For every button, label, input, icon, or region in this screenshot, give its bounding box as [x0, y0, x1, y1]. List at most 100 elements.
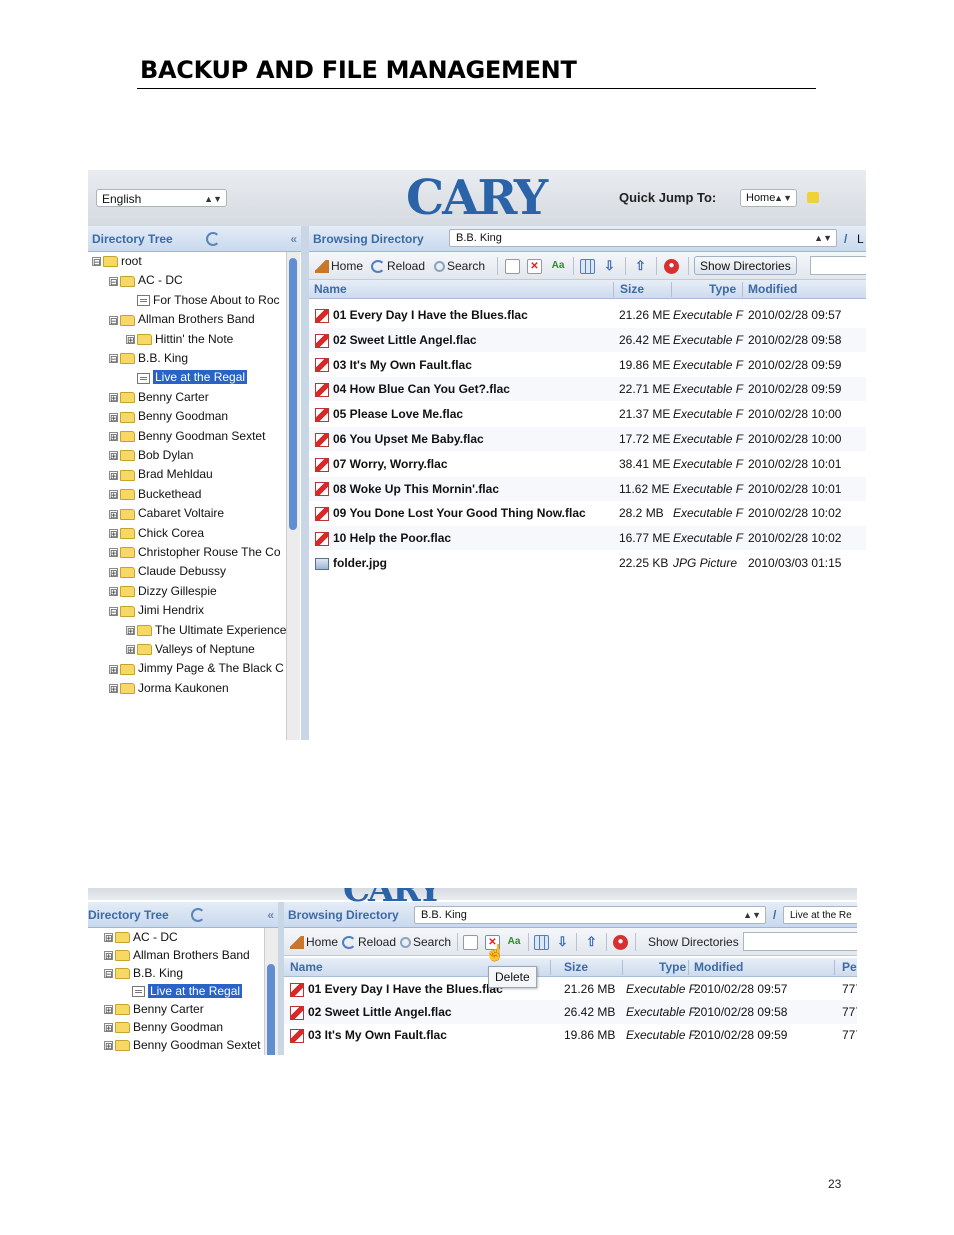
tree-scrollbar[interactable]: [286, 252, 300, 740]
language-select[interactable]: English ▲▼: [96, 189, 227, 207]
stop-icon[interactable]: ●: [613, 935, 628, 950]
tree-node[interactable]: ⊞ AC - DC: [104, 928, 178, 946]
expand-toggle-icon[interactable]: ⊞: [104, 1041, 113, 1051]
tree-node[interactable]: ⊞ Dizzy Gillespie: [109, 582, 217, 600]
collapse-icon[interactable]: «: [267, 902, 274, 928]
browsing-directory-select[interactable]: B.B. King ▲▼: [449, 229, 837, 247]
upload-icon[interactable]: ⇧: [584, 935, 599, 950]
grid-view-icon[interactable]: [534, 935, 549, 950]
collapse-toggle-icon[interactable]: ⊟: [92, 257, 101, 267]
file-row[interactable]: 02 Sweet Little Angel.flac 26.42 MB Execut…: [284, 1000, 857, 1024]
column-modified[interactable]: Modified: [694, 958, 743, 977]
reload-button[interactable]: Reload: [342, 928, 396, 956]
expand-toggle-icon[interactable]: ⊞: [109, 664, 118, 674]
file-row[interactable]: 02 Sweet Little Angel.flac 26.42 ME Execut…: [309, 327, 866, 352]
quick-jump-go-icon[interactable]: [807, 192, 819, 203]
file-row[interactable]: 08 Woke Up This Mornin'.flac 11.62 ME Exec…: [309, 476, 866, 501]
tree-node[interactable]: ⊞ Benny Goodman Sextet: [104, 1036, 260, 1054]
collapse-toggle-icon[interactable]: ⊟: [109, 276, 118, 286]
tree-node[interactable]: ⊞ Benny Carter: [109, 388, 209, 406]
grid-view-icon[interactable]: [580, 259, 595, 274]
tree-node[interactable]: For Those About to Roc: [126, 291, 280, 309]
home-button[interactable]: Home: [290, 928, 338, 956]
tree-node[interactable]: ⊞ Jimmy Page & The Black C: [109, 659, 284, 677]
tree-node[interactable]: ⊞ Benny Carter: [104, 1000, 204, 1018]
tree-node[interactable]: Live at the Regal: [126, 368, 248, 386]
expand-toggle-icon[interactable]: ⊞: [109, 567, 118, 577]
tree-node[interactable]: ⊟ Jimi Hendrix: [109, 601, 204, 619]
panel-splitter[interactable]: [301, 226, 309, 740]
expand-toggle-icon[interactable]: ⊞: [109, 587, 118, 597]
search-button[interactable]: Search: [400, 928, 451, 956]
file-row[interactable]: 06 You Upset Me Baby.flac 17.72 ME Executa…: [309, 427, 866, 451]
new-file-icon[interactable]: [463, 935, 478, 950]
tree-node[interactable]: ⊞ Chick Corea: [109, 524, 204, 542]
tree-node[interactable]: ⊞ Benny Goodman Sextet: [109, 427, 265, 445]
collapse-toggle-icon[interactable]: ⊟: [109, 606, 118, 616]
expand-toggle-icon[interactable]: ⊞: [109, 490, 118, 500]
expand-toggle-icon[interactable]: ⊞: [109, 451, 118, 461]
expand-toggle-icon[interactable]: ⊞: [104, 1023, 113, 1033]
download-icon[interactable]: ⇩: [555, 935, 570, 950]
tree-node[interactable]: ⊞ Benny Goodman: [104, 1018, 223, 1036]
expand-toggle-icon[interactable]: ⊞: [126, 645, 135, 655]
browsing-directory-select[interactable]: B.B. King ▲▼: [414, 906, 766, 924]
show-directories-button[interactable]: Show Directories: [648, 928, 739, 956]
expand-toggle-icon[interactable]: ⊞: [126, 334, 135, 344]
tree-node[interactable]: ⊟ root: [92, 252, 142, 270]
file-row[interactable]: 05 Please Love Me.flac 21.37 ME Executable…: [309, 402, 866, 426]
expand-toggle-icon[interactable]: ⊞: [104, 1005, 113, 1015]
tree-node[interactable]: ⊞ Buckethead: [109, 485, 201, 503]
tree-node[interactable]: ⊞ The Ultimate Experience: [126, 621, 286, 639]
tree-scrollbar-thumb[interactable]: [267, 964, 275, 1055]
rename-icon[interactable]: Aa: [549, 259, 567, 274]
home-button[interactable]: Home: [315, 252, 363, 280]
reload-button[interactable]: Reload: [371, 252, 425, 280]
quick-jump-select[interactable]: Home ▲▼: [740, 189, 797, 207]
collapse-icon[interactable]: «: [290, 226, 297, 252]
file-row[interactable]: 10 Help the Poor.flac 16.77 ME Executable …: [309, 526, 866, 551]
upload-icon[interactable]: ⇧: [633, 259, 648, 274]
tree-node[interactable]: ⊟ Allman Brothers Band: [109, 310, 255, 328]
stop-icon[interactable]: ●: [664, 259, 679, 274]
delete-icon[interactable]: ✕: [527, 259, 542, 274]
expand-toggle-icon[interactable]: ⊞: [126, 625, 135, 635]
expand-toggle-icon[interactable]: ⊞: [109, 412, 118, 422]
column-name[interactable]: Name: [290, 958, 323, 977]
collapse-toggle-icon[interactable]: ⊟: [104, 969, 113, 979]
column-type[interactable]: Type: [709, 280, 736, 299]
tree-scrollbar-thumb[interactable]: [289, 258, 297, 530]
column-size[interactable]: Size: [564, 958, 588, 977]
sync-icon[interactable]: [206, 232, 220, 246]
tree-node[interactable]: ⊞ Christopher Rouse The Co: [109, 543, 281, 561]
file-row[interactable]: 07 Worry, Worry.flac 38.41 ME Executable F…: [309, 452, 866, 476]
tree-node[interactable]: ⊞ Hittin' the Note: [126, 330, 233, 348]
tree-node[interactable]: Live at the Regal: [121, 982, 243, 1000]
file-row[interactable]: 03 It's My Own Fault.flac 19.86 ME Executa…: [309, 353, 866, 377]
expand-toggle-icon[interactable]: ⊞: [109, 470, 118, 480]
column-type[interactable]: Type: [659, 958, 686, 977]
file-row[interactable]: 04 How Blue Can You Get?.flac 22.71 ME Exe…: [309, 377, 866, 402]
column-size[interactable]: Size: [620, 280, 644, 299]
collapse-toggle-icon[interactable]: ⊟: [109, 315, 118, 325]
rename-icon[interactable]: Aa: [505, 935, 523, 950]
tree-node[interactable]: ⊞ Benny Goodman: [109, 407, 228, 425]
collapse-toggle-icon[interactable]: ⊟: [109, 354, 118, 364]
expand-toggle-icon[interactable]: ⊞: [109, 431, 118, 441]
file-row[interactable]: folder.jpg 22.25 KB JPG Picture 2010/03/03 …: [309, 551, 866, 575]
path-tail-field[interactable]: Live at the Re: [783, 906, 857, 924]
tree-node[interactable]: ⊞ Jorma Kaukonen: [109, 679, 229, 697]
expand-toggle-icon[interactable]: ⊞: [104, 933, 113, 943]
new-file-icon[interactable]: [505, 259, 520, 274]
sync-icon[interactable]: [191, 908, 205, 922]
column-modified[interactable]: Modified: [748, 280, 797, 299]
expand-toggle-icon[interactable]: ⊞: [109, 528, 118, 538]
tree-scrollbar[interactable]: [264, 928, 278, 1055]
expand-toggle-icon[interactable]: ⊞: [109, 393, 118, 403]
expand-toggle-icon[interactable]: ⊞: [104, 951, 113, 961]
file-row[interactable]: 01 Every Day I Have the Blues.flac 21.26 …: [284, 977, 857, 1001]
filter-input[interactable]: [810, 256, 866, 275]
show-directories-button[interactable]: Show Directories: [694, 256, 797, 275]
expand-toggle-icon[interactable]: ⊞: [109, 684, 118, 694]
download-icon[interactable]: ⇩: [602, 259, 617, 274]
